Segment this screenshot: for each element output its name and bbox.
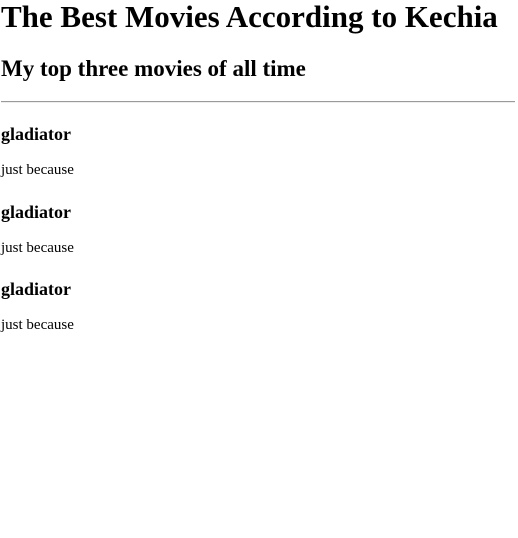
divider — [1, 101, 515, 103]
movie-title: gladiator — [1, 279, 71, 299]
movie-item: gladiator just because — [1, 123, 501, 179]
movie-reason: just because — [1, 317, 74, 333]
movie-item: gladiator just because — [1, 278, 501, 334]
movie-item: gladiator just because — [1, 201, 501, 257]
movie-title: gladiator — [1, 202, 71, 222]
page-title: The Best Movies According to Kechia — [1, 0, 498, 34]
page: The Best Movies According to Kechia My t… — [0, 0, 518, 538]
movie-title: gladiator — [1, 124, 71, 144]
page-subtitle: My top three movies of all time — [1, 56, 306, 81]
movie-reason: just because — [1, 162, 74, 178]
movie-reason: just because — [1, 240, 74, 256]
